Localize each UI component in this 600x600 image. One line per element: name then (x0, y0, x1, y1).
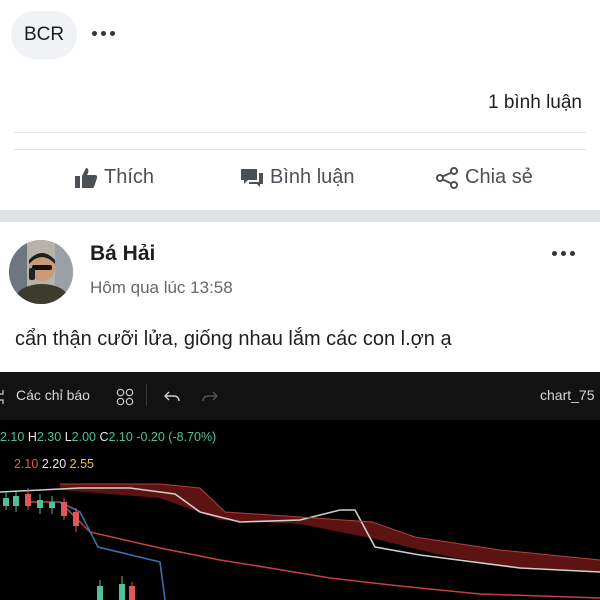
like-button[interactable]: Thích (74, 166, 154, 189)
indicator-legend: 2.10 2.20 2.55 (0, 457, 94, 471)
candle (97, 586, 103, 600)
chart-toolbar: Các chỉ báo chart_75 (0, 372, 600, 420)
ichimoku-cloud (60, 484, 600, 572)
like-label: Thích (104, 166, 155, 188)
post-timestamp[interactable]: Hôm qua lúc 13:58 (90, 278, 233, 298)
comment-label: Bình luận (270, 166, 355, 188)
post-more-icon[interactable] (552, 251, 575, 256)
ohlc-legend: O2.10 H2.30 L2.00 C2.10 -0.20 (-8.70%) (0, 430, 216, 444)
share-label: Chia sẻ (465, 166, 533, 188)
candle (73, 512, 79, 526)
candle (129, 586, 135, 600)
post-actions: Thích Bình luận Chia sẻ (0, 150, 600, 210)
high-label: H (27, 430, 37, 444)
chart-image[interactable]: Các chỉ báo chart_75 O2.10 H2.30 L2.00 C… (0, 372, 600, 600)
post-text: cẩn thận cưỡi lửa, giống nhau lắm các co… (15, 328, 452, 350)
comment-icon (241, 168, 263, 187)
toolbar-divider (146, 384, 147, 406)
chart-resize-icon[interactable] (0, 390, 10, 404)
low-value: 2.00 (71, 430, 96, 444)
low-label: L (64, 430, 72, 444)
price-change: -0.20 (-8.70%) (136, 430, 217, 444)
page-chip[interactable]: BCR (11, 11, 77, 59)
candles (3, 488, 135, 600)
templates-icon[interactable] (116, 388, 134, 406)
close-label: C (99, 430, 109, 444)
open-value: 2.10 (0, 430, 25, 444)
candle (37, 500, 43, 508)
thumbs-up-icon (75, 167, 98, 188)
candle (13, 496, 19, 506)
avatar-image (9, 240, 73, 304)
candle (119, 584, 125, 600)
post-author-name[interactable]: Bá Hải (90, 242, 155, 266)
divider (14, 132, 586, 133)
indicators-button[interactable]: Các chỉ báo (16, 387, 90, 403)
indicator-value-3: 2.55 (69, 457, 94, 471)
share-icon (436, 166, 458, 189)
page-chip-label: BCR (23, 24, 65, 45)
section-separator (0, 210, 600, 222)
more-options-icon[interactable] (92, 31, 115, 36)
indicator-value-1: 2.10 (14, 457, 39, 471)
post-author-row: Bá Hải Hôm qua lúc 13:58 (0, 222, 600, 322)
comment-count[interactable]: 1 bình luận (488, 92, 582, 114)
candle (25, 494, 31, 506)
redo-icon[interactable] (202, 390, 218, 404)
indicator-value-2: 2.20 (41, 457, 67, 471)
candle (49, 502, 55, 508)
chart-name[interactable]: chart_75 (540, 387, 594, 403)
high-value: 2.30 (36, 430, 62, 444)
undo-icon[interactable] (164, 390, 180, 404)
avatar[interactable] (9, 240, 73, 304)
candle (3, 498, 9, 506)
share-button[interactable]: Chia sẻ (435, 166, 533, 189)
close-value: 2.10 (108, 430, 133, 444)
candle (61, 502, 67, 516)
post-header-bar: BCR (0, 0, 600, 80)
comment-button[interactable]: Bình luận (240, 166, 355, 189)
